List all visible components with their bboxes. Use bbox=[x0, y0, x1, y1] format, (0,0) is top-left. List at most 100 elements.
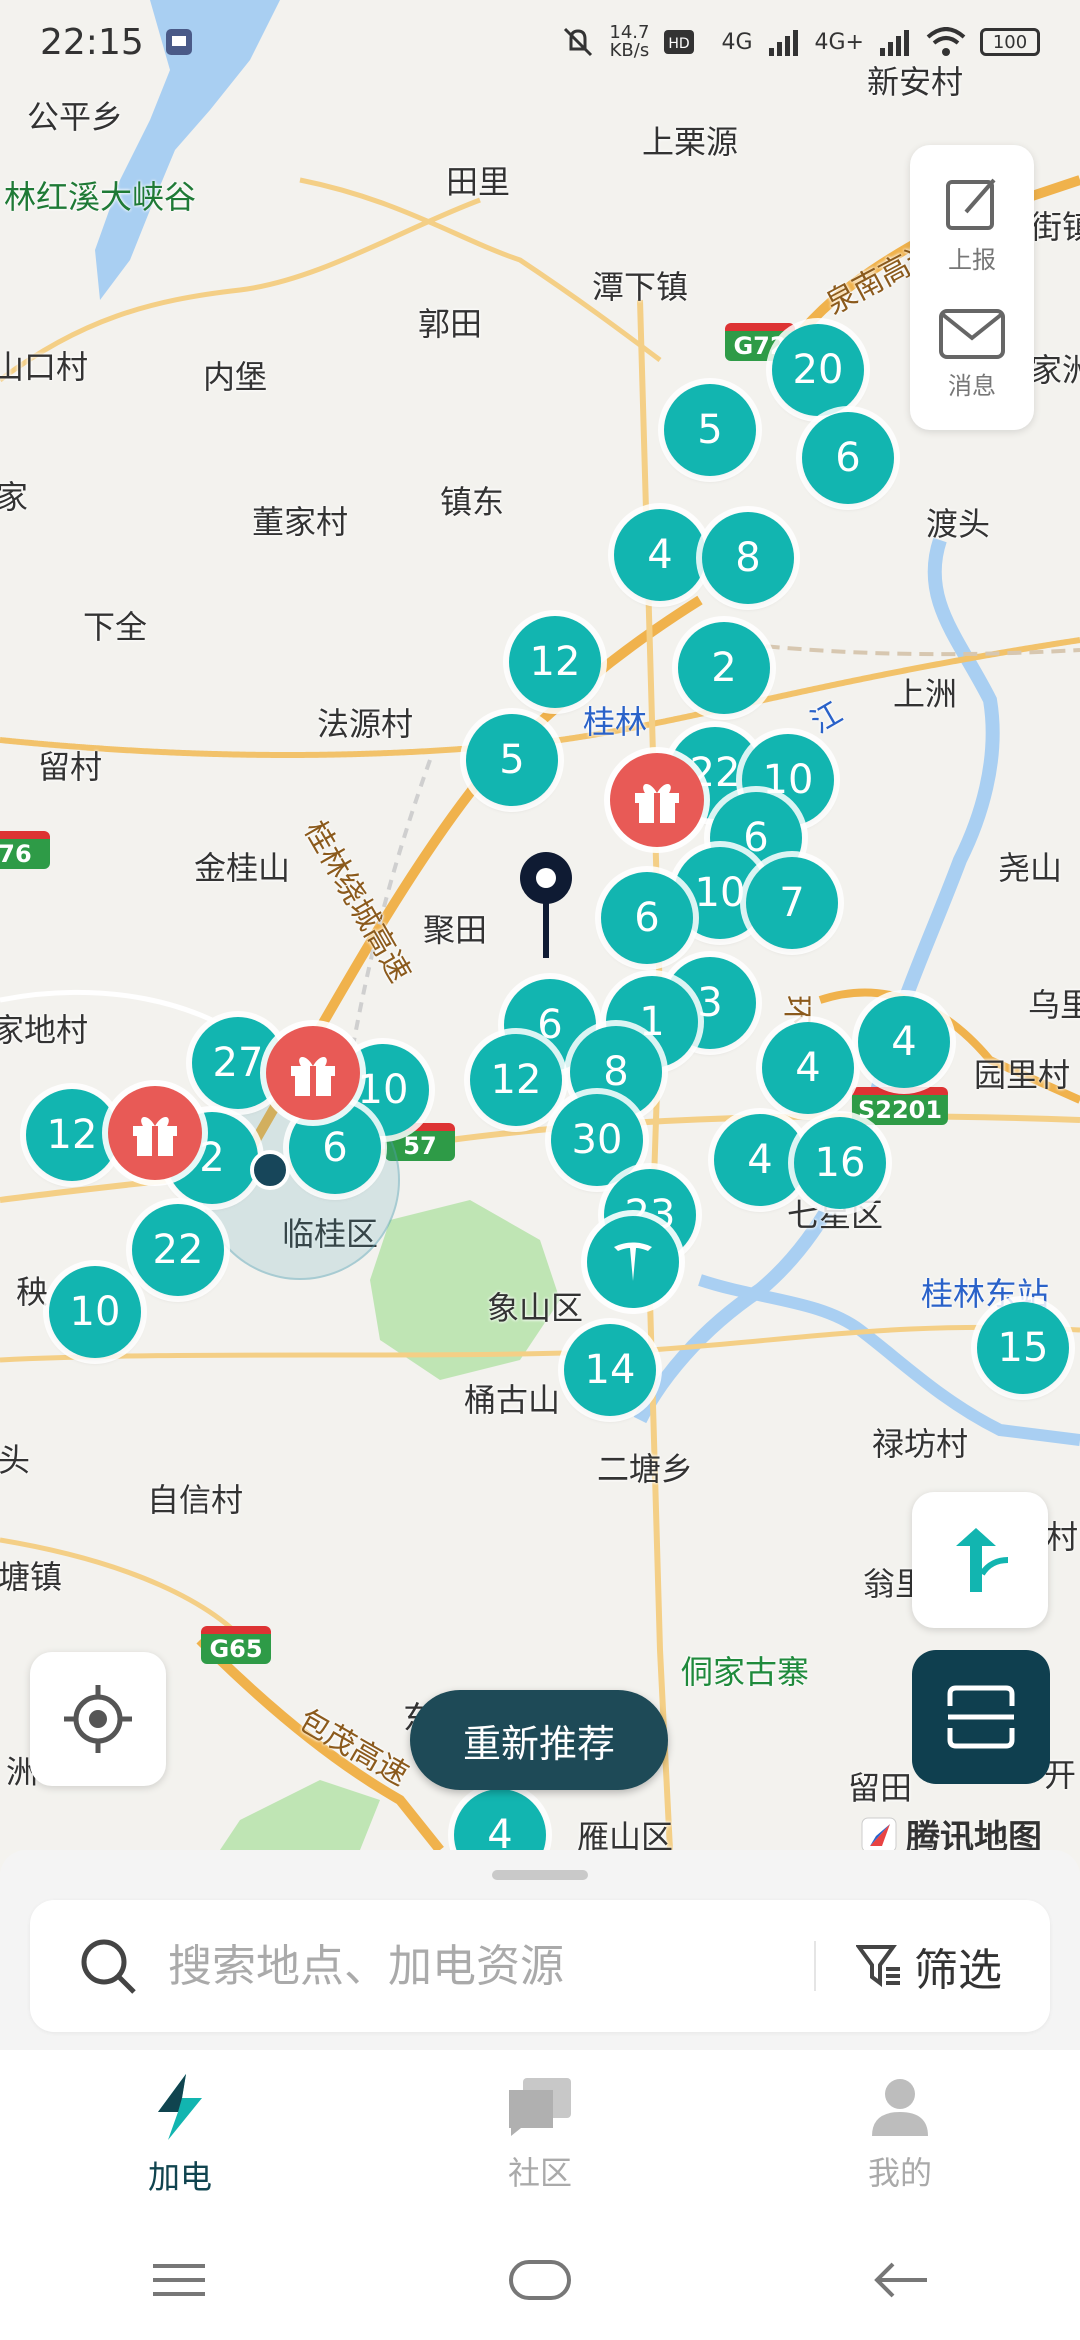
tab-bar: 加电 社区 我的 bbox=[0, 2050, 1080, 2220]
my-location-dot bbox=[250, 1150, 290, 1190]
svg-text:HD: HD bbox=[669, 36, 690, 52]
tab-charge[interactable]: 加电 bbox=[0, 2050, 360, 2220]
station-cluster[interactable]: 20 bbox=[772, 324, 864, 416]
station-cluster[interactable]: 6 bbox=[802, 412, 894, 504]
scan-icon bbox=[947, 1685, 1015, 1749]
back-icon[interactable] bbox=[871, 2256, 931, 2304]
station-cluster[interactable]: 5 bbox=[664, 384, 756, 476]
place-label: 山口村 bbox=[0, 348, 89, 386]
sheet-handle[interactable] bbox=[492, 1870, 588, 1880]
place-label: 园里村 bbox=[973, 1056, 1071, 1094]
report-button[interactable]: 上报 bbox=[942, 174, 1002, 275]
message-button[interactable]: 消息 bbox=[938, 308, 1006, 401]
station-cluster[interactable]: 12 bbox=[509, 616, 601, 708]
gift-icon bbox=[291, 1056, 335, 1096]
menu-icon[interactable] bbox=[149, 2260, 209, 2300]
place-label: 家地村 bbox=[0, 1011, 89, 1049]
bolt-icon bbox=[158, 2074, 202, 2140]
place-label: 郭田 bbox=[417, 305, 483, 343]
tesla-station-marker[interactable] bbox=[587, 1216, 679, 1308]
chat-icon bbox=[509, 2078, 571, 2136]
station-cluster[interactable]: 6 bbox=[601, 872, 693, 964]
gift-marker[interactable] bbox=[266, 1026, 360, 1120]
locate-me-button[interactable] bbox=[30, 1652, 166, 1786]
station-cluster[interactable]: 14 bbox=[564, 1324, 656, 1416]
map-view[interactable]: 公平乡 上栗源 新安村 田里 林红溪大峡谷 潭下镇 郭田 内堡 山口村 家 家洲… bbox=[0, 0, 1080, 1850]
station-cluster[interactable]: 15 bbox=[977, 1302, 1069, 1394]
tab-label: 我的 bbox=[867, 2154, 932, 2192]
place-label: 街镇 bbox=[1029, 208, 1080, 246]
station-cluster[interactable]: 4 bbox=[858, 996, 950, 1088]
station-cluster[interactable]: 10 bbox=[49, 1266, 141, 1358]
search-input[interactable] bbox=[168, 1940, 814, 1992]
gift-marker[interactable] bbox=[610, 753, 704, 847]
battery-icon: 100 bbox=[980, 28, 1040, 56]
station-cluster[interactable]: 7 bbox=[746, 857, 838, 949]
tesla-icon bbox=[614, 1242, 652, 1281]
tencent-map-logo-icon bbox=[861, 1817, 897, 1850]
station-cluster[interactable]: 5 bbox=[466, 714, 558, 806]
place-label: 内堡 bbox=[202, 358, 268, 396]
station-cluster[interactable]: 4 bbox=[762, 1022, 854, 1114]
place-label: 金桂山 bbox=[193, 849, 291, 887]
app-root: 公平乡 上栗源 新安村 田里 林红溪大峡谷 潭下镇 郭田 内堡 山口村 家 家洲… bbox=[0, 0, 1080, 2340]
place-label: 潭下镇 bbox=[591, 268, 689, 306]
center-pin-icon bbox=[520, 852, 572, 958]
gift-icon bbox=[133, 1116, 177, 1156]
scan-button[interactable] bbox=[912, 1650, 1050, 1784]
highway-shield: 76 bbox=[0, 831, 50, 869]
signal-icon bbox=[768, 30, 798, 56]
filter-label: 筛选 bbox=[914, 1945, 1002, 1996]
search-icon bbox=[81, 1939, 136, 1994]
place-label: 留村 bbox=[37, 748, 103, 786]
filter-icon bbox=[856, 1945, 900, 1987]
hd-icon: HD bbox=[664, 30, 695, 54]
place-label: 头 bbox=[0, 1441, 31, 1479]
re-recommend-button[interactable]: 重新推荐 bbox=[410, 1690, 668, 1790]
edit-icon bbox=[946, 178, 996, 230]
place-label: 镇东 bbox=[439, 483, 505, 521]
map-credit-text: 腾讯地图 bbox=[906, 1818, 1042, 1850]
place-label: 家 bbox=[0, 478, 29, 516]
filter-button[interactable]: 筛选 bbox=[814, 1941, 1002, 1996]
road-label: 环 bbox=[779, 995, 814, 1025]
station-cluster[interactable]: 30 bbox=[551, 1094, 643, 1186]
crosshair-icon bbox=[64, 1685, 132, 1753]
highway-shield: S2201 bbox=[851, 1087, 949, 1125]
place-label: 侗家古寨 bbox=[680, 1653, 810, 1691]
place-label: 桶古山 bbox=[463, 1381, 561, 1419]
place-label: 自信村 bbox=[146, 1481, 244, 1519]
tab-community[interactable]: 社区 bbox=[360, 2050, 720, 2220]
signal-label-1: 4G bbox=[721, 29, 753, 55]
place-label: 乌里 bbox=[1027, 986, 1080, 1024]
signal-label-2: 4G+ bbox=[814, 29, 864, 55]
mute-icon bbox=[564, 27, 593, 57]
route-planning-button[interactable] bbox=[912, 1492, 1048, 1628]
tab-mine[interactable]: 我的 bbox=[720, 2050, 1080, 2220]
tab-label: 社区 bbox=[507, 2154, 572, 2192]
place-label: 公平乡 bbox=[26, 98, 124, 136]
route-arrow-icon bbox=[956, 1528, 1009, 1592]
net-speed: 14.7 KB/s bbox=[609, 22, 650, 61]
station-cluster[interactable]: 22 bbox=[132, 1204, 224, 1296]
place-label: 桂林 bbox=[582, 703, 648, 741]
place-label: 留田 bbox=[847, 1769, 913, 1807]
station-cluster[interactable]: 8 bbox=[702, 512, 794, 604]
home-icon[interactable] bbox=[508, 2256, 572, 2304]
station-cluster[interactable]: 4 bbox=[714, 1114, 806, 1206]
user-icon bbox=[872, 2079, 928, 2136]
system-nav-bar bbox=[0, 2220, 1080, 2340]
gift-marker[interactable] bbox=[108, 1086, 202, 1180]
place-label: 塘镇 bbox=[0, 1558, 63, 1596]
place-label: 家洲 bbox=[1029, 351, 1080, 389]
station-cluster[interactable]: 2 bbox=[678, 622, 770, 714]
station-cluster[interactable]: 12 bbox=[26, 1089, 118, 1181]
status-time: 22:15 bbox=[40, 21, 144, 63]
station-cluster[interactable]: 4 bbox=[614, 509, 706, 601]
place-label: 上洲 bbox=[892, 675, 958, 713]
station-cluster[interactable]: 16 bbox=[794, 1117, 886, 1209]
place-label: 秧 bbox=[15, 1273, 49, 1311]
station-cluster[interactable]: 12 bbox=[470, 1034, 562, 1126]
gift-icon bbox=[635, 783, 679, 823]
highway-shield: G65 bbox=[201, 1626, 271, 1664]
